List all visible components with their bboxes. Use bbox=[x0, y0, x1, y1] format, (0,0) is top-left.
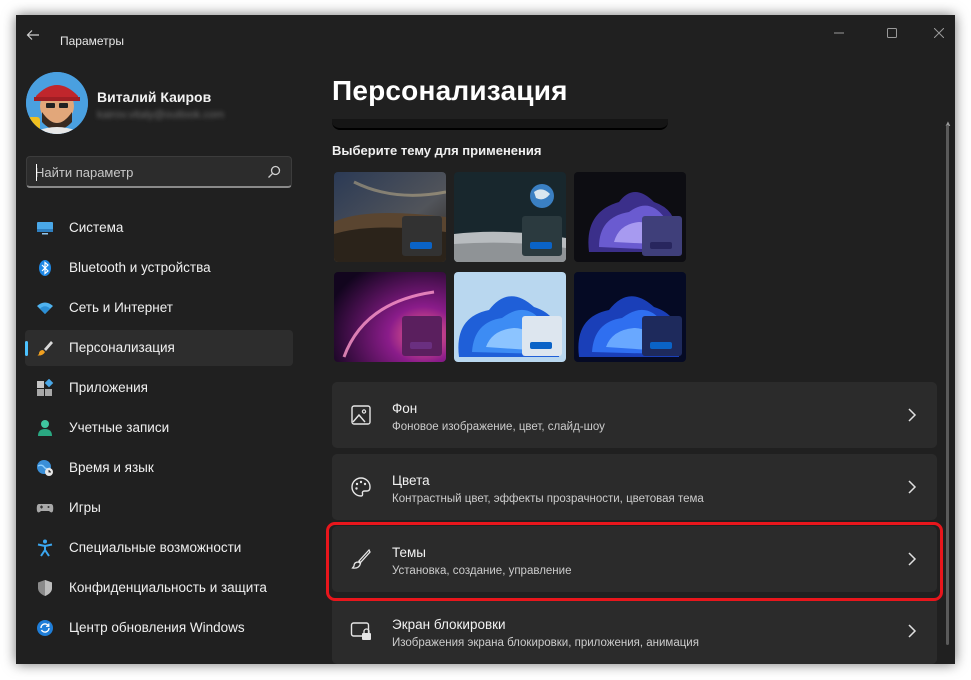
image-icon bbox=[351, 405, 371, 425]
sidebar-item-time-language[interactable]: Время и язык bbox=[25, 450, 293, 486]
theme-tile-2[interactable] bbox=[454, 172, 566, 262]
back-button[interactable] bbox=[22, 27, 44, 49]
user-name: Виталий Каиров bbox=[97, 89, 212, 105]
sidebar-item-windows-update[interactable]: Центр обновления Windows bbox=[25, 610, 293, 646]
close-button[interactable] bbox=[916, 21, 955, 47]
sidebar-item-apps[interactable]: Приложения bbox=[25, 370, 293, 406]
theme-grid bbox=[334, 172, 690, 363]
text-caret bbox=[36, 164, 37, 181]
brush-icon bbox=[37, 341, 53, 356]
apps-icon bbox=[37, 379, 54, 396]
user-email: kairov.vitaly@outlook.com bbox=[97, 109, 225, 121]
chevron-right-icon bbox=[908, 480, 917, 494]
page-title: Персонализация bbox=[332, 75, 568, 106]
bluetooth-icon bbox=[39, 260, 51, 276]
avatar-image bbox=[26, 72, 88, 134]
chevron-right-icon bbox=[908, 408, 917, 422]
chevron-right-icon bbox=[908, 624, 917, 638]
monitor-icon bbox=[37, 222, 53, 235]
minimize-icon bbox=[834, 32, 844, 34]
chevron-right-icon bbox=[908, 552, 917, 566]
close-icon bbox=[933, 27, 945, 39]
active-indicator bbox=[25, 341, 28, 356]
sidebar-item-accounts[interactable]: Учетные записи bbox=[25, 410, 293, 446]
scrollbar[interactable]: ▲ bbox=[944, 119, 952, 659]
brush-icon bbox=[351, 548, 371, 569]
search-icon[interactable] bbox=[267, 165, 281, 179]
card-colors[interactable]: Цвета Контрастный цвет, эффекты прозрачн… bbox=[332, 454, 937, 520]
shield-icon bbox=[38, 580, 52, 596]
wifi-icon bbox=[37, 302, 53, 314]
theme-tile-6[interactable] bbox=[574, 272, 686, 362]
app-title: Параметры bbox=[60, 34, 124, 48]
maximize-button[interactable] bbox=[869, 21, 915, 47]
lock-screen-icon bbox=[350, 622, 371, 640]
theme-tile-3[interactable] bbox=[574, 172, 686, 262]
person-icon bbox=[38, 420, 52, 436]
card-background[interactable]: Фон Фоновое изображение, цвет, слайд-шоу bbox=[332, 382, 937, 448]
theme-tile-4[interactable] bbox=[334, 272, 446, 362]
theme-tile-1[interactable] bbox=[334, 172, 446, 262]
sidebar-item-accessibility[interactable]: Специальные возможности bbox=[25, 530, 293, 566]
sidebar-item-privacy[interactable]: Конфиденциальность и защита bbox=[25, 570, 293, 606]
preview-bottom-edge bbox=[332, 119, 668, 130]
search-box[interactable] bbox=[26, 156, 292, 188]
accessibility-icon bbox=[37, 539, 53, 557]
theme-tile-5[interactable] bbox=[454, 272, 566, 362]
minimize-button[interactable] bbox=[816, 21, 862, 47]
sidebar-item-network[interactable]: Сеть и Интернет bbox=[25, 290, 293, 326]
card-themes[interactable]: Темы Установка, создание, управление bbox=[332, 526, 937, 592]
palette-icon bbox=[351, 477, 371, 497]
arrow-left-icon bbox=[26, 30, 39, 40]
settings-window: Параметры Виталий Каиров kairov.vitaly@o… bbox=[16, 15, 955, 664]
globe-clock-icon bbox=[37, 460, 53, 476]
title-bar: Параметры bbox=[16, 15, 955, 55]
scroll-thumb[interactable] bbox=[946, 125, 949, 645]
avatar[interactable] bbox=[26, 72, 88, 134]
update-icon bbox=[37, 620, 53, 636]
sidebar-item-system[interactable]: Система bbox=[25, 210, 293, 246]
sidebar-item-gaming[interactable]: Игры bbox=[25, 490, 293, 526]
search-input[interactable] bbox=[35, 163, 255, 181]
settings-cards: Фон Фоновое изображение, цвет, слайд-шоу… bbox=[332, 382, 937, 664]
sidebar-item-personalization[interactable]: Персонализация bbox=[25, 330, 293, 366]
sidebar-nav: Система Bluetooth и устройства Сеть и Ин… bbox=[25, 210, 293, 650]
sidebar-item-bluetooth[interactable]: Bluetooth и устройства bbox=[25, 250, 293, 286]
themes-section-label: Выберите тему для применения bbox=[332, 143, 542, 158]
gamepad-icon bbox=[36, 504, 54, 513]
card-lock-screen[interactable]: Экран блокировки Изображения экрана блок… bbox=[332, 598, 937, 664]
maximize-icon bbox=[887, 28, 897, 38]
